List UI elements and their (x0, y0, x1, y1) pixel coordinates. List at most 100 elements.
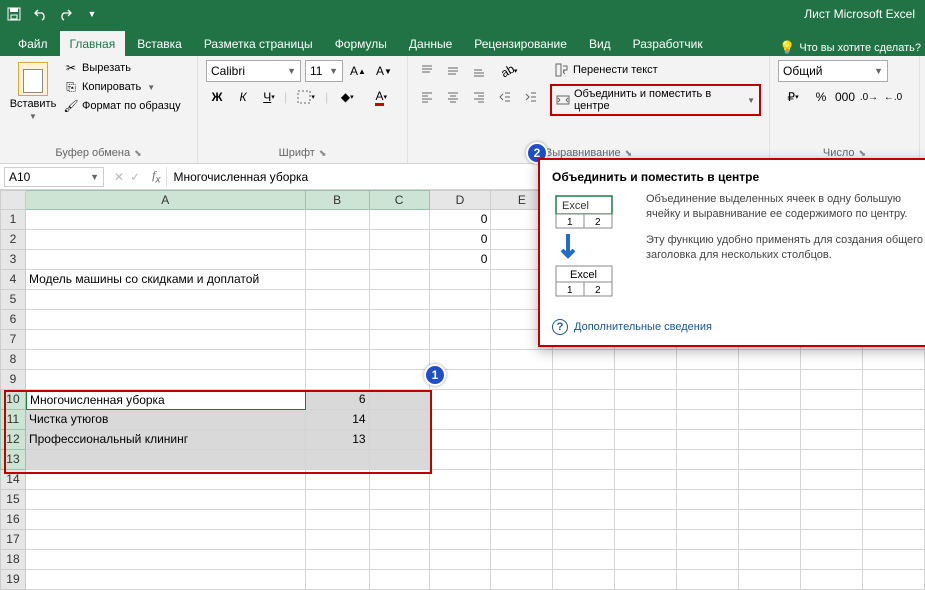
row-header-4[interactable]: 4 (0, 270, 26, 290)
cell-E13[interactable] (491, 450, 553, 470)
cell-J19[interactable] (801, 570, 863, 590)
cell-F8[interactable] (553, 350, 615, 370)
cell-B8[interactable] (306, 350, 370, 370)
cell-I13[interactable] (739, 450, 801, 470)
cell-A13[interactable] (26, 450, 306, 470)
paste-button[interactable]: Вставить ▼ (8, 60, 58, 123)
cell-F14[interactable] (553, 470, 615, 490)
row-header-16[interactable]: 16 (0, 510, 26, 530)
cell-E9[interactable] (491, 370, 553, 390)
cell-D13[interactable] (430, 450, 492, 470)
save-icon[interactable] (4, 4, 24, 24)
cell-K18[interactable] (863, 550, 925, 570)
cell-B14[interactable] (306, 470, 370, 490)
cell-H10[interactable] (677, 390, 739, 410)
comma-style-button[interactable]: 000 (834, 86, 856, 108)
decrease-font-button[interactable]: A▼ (373, 60, 395, 82)
cell-A14[interactable] (26, 470, 306, 490)
clipboard-launcher-icon[interactable]: ⬊ (134, 148, 142, 159)
cell-G19[interactable] (615, 570, 677, 590)
cell-F19[interactable] (553, 570, 615, 590)
undo-icon[interactable] (30, 4, 50, 24)
cell-D4[interactable] (430, 270, 492, 290)
cell-C3[interactable] (370, 250, 430, 270)
fill-color-button[interactable]: ◆▾ (332, 86, 362, 108)
number-format-combo[interactable]: Общий▼ (778, 60, 888, 82)
cell-D11[interactable] (430, 410, 492, 430)
cell-G15[interactable] (615, 490, 677, 510)
cell-F11[interactable] (553, 410, 615, 430)
decrease-decimal-button[interactable]: ←.0 (882, 86, 904, 108)
cell-B13[interactable] (306, 450, 370, 470)
cell-H18[interactable] (677, 550, 739, 570)
cell-H14[interactable] (677, 470, 739, 490)
increase-font-button[interactable]: A▲ (347, 60, 369, 82)
cell-I9[interactable] (739, 370, 801, 390)
cell-H12[interactable] (677, 430, 739, 450)
cell-A18[interactable] (26, 550, 306, 570)
cell-B6[interactable] (306, 310, 370, 330)
cell-A19[interactable] (26, 570, 306, 590)
cell-K11[interactable] (863, 410, 925, 430)
row-header-13[interactable]: 13 (0, 450, 26, 470)
accounting-format-button[interactable]: ₽▾ (778, 86, 808, 108)
row-header-9[interactable]: 9 (0, 370, 26, 390)
cell-A2[interactable] (26, 230, 306, 250)
cell-A5[interactable] (26, 290, 306, 310)
cell-D7[interactable] (430, 330, 492, 350)
cut-button[interactable]: ✂Вырезать (62, 60, 183, 76)
row-header-15[interactable]: 15 (0, 490, 26, 510)
font-size-combo[interactable]: 11▼ (305, 60, 343, 82)
cell-C1[interactable] (370, 210, 430, 230)
cell-H15[interactable] (677, 490, 739, 510)
cell-E14[interactable] (491, 470, 553, 490)
cell-B19[interactable] (306, 570, 370, 590)
cell-F10[interactable] (553, 390, 615, 410)
cell-E15[interactable] (491, 490, 553, 510)
align-left-button[interactable] (416, 86, 438, 108)
cell-I16[interactable] (739, 510, 801, 530)
decrease-indent-button[interactable] (494, 86, 516, 108)
row-header-10[interactable]: 10 (0, 390, 26, 410)
cell-B11[interactable]: 14 (306, 410, 370, 430)
increase-indent-button[interactable] (520, 86, 542, 108)
row-header-17[interactable]: 17 (0, 530, 26, 550)
cell-J17[interactable] (801, 530, 863, 550)
cell-I17[interactable] (739, 530, 801, 550)
row-header-12[interactable]: 12 (0, 430, 26, 450)
cell-J12[interactable] (801, 430, 863, 450)
cell-D10[interactable] (430, 390, 492, 410)
cell-I15[interactable] (739, 490, 801, 510)
tab-home[interactable]: Главная (60, 31, 126, 56)
cell-G13[interactable] (615, 450, 677, 470)
cell-F17[interactable] (553, 530, 615, 550)
cell-B10[interactable]: 6 (306, 390, 370, 410)
cell-C15[interactable] (370, 490, 430, 510)
cell-C18[interactable] (370, 550, 430, 570)
cell-J11[interactable] (801, 410, 863, 430)
cell-G11[interactable] (615, 410, 677, 430)
cell-C9[interactable] (370, 370, 430, 390)
cell-D3[interactable]: 0 (430, 250, 492, 270)
tab-page-layout[interactable]: Разметка страницы (194, 31, 323, 56)
select-all-corner[interactable] (0, 190, 26, 210)
cell-A9[interactable] (26, 370, 306, 390)
cell-E12[interactable] (491, 430, 553, 450)
tab-review[interactable]: Рецензирование (464, 31, 577, 56)
cell-F16[interactable] (553, 510, 615, 530)
cell-B7[interactable] (306, 330, 370, 350)
row-header-14[interactable]: 14 (0, 470, 26, 490)
tab-formulas[interactable]: Формулы (325, 31, 397, 56)
cell-B18[interactable] (306, 550, 370, 570)
cell-C4[interactable] (370, 270, 430, 290)
cell-F18[interactable] (553, 550, 615, 570)
cell-G8[interactable] (615, 350, 677, 370)
cell-A10[interactable]: Многочисленная уборка (26, 390, 306, 410)
cell-K17[interactable] (863, 530, 925, 550)
cell-J15[interactable] (801, 490, 863, 510)
cell-A4[interactable]: Модель машины со скидками и доплатой (26, 270, 306, 290)
cell-F9[interactable] (553, 370, 615, 390)
cell-A1[interactable] (26, 210, 306, 230)
cell-H16[interactable] (677, 510, 739, 530)
tab-view[interactable]: Вид (579, 31, 621, 56)
